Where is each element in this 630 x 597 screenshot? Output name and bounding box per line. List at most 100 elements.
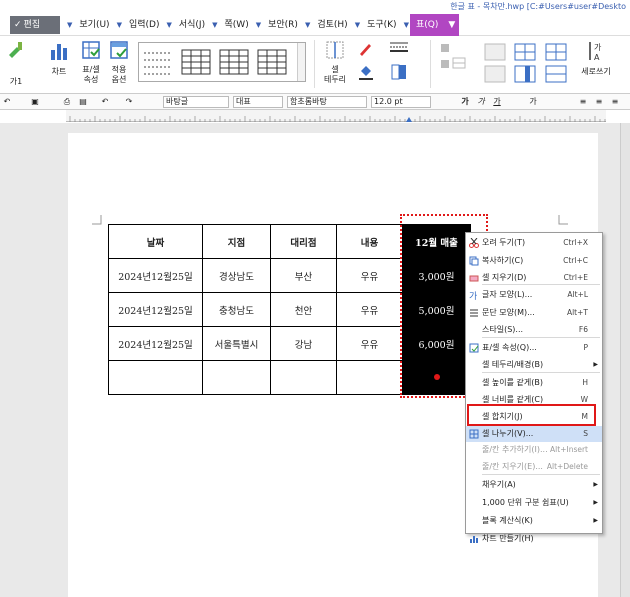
gallery-scroll[interactable] bbox=[297, 43, 305, 81]
menu-arrow-icon: ▼ bbox=[212, 21, 218, 29]
menu-arrow-icon: ▼ bbox=[403, 21, 409, 29]
menu-arrow-icon: ▼ bbox=[354, 21, 361, 29]
menu-page[interactable]: 쪽(W) bbox=[219, 14, 255, 36]
table-cell[interactable]: 2024년12월25일 bbox=[108, 258, 203, 293]
undo-arrow-icon[interactable]: ↶ bbox=[100, 96, 110, 107]
context-menu-item-char-shape[interactable]: 가 글자 모양(L)... Alt+L bbox=[466, 287, 602, 303]
context-menu-item-shortcut: H bbox=[582, 378, 588, 387]
bold-button[interactable]: 가 bbox=[460, 96, 470, 107]
context-menu-item-split-cells[interactable]: 셀 나누기(V)... S bbox=[466, 426, 602, 442]
undo-icon[interactable]: ↶ bbox=[2, 96, 12, 107]
menu-table-dropdown-icon[interactable]: ▼ bbox=[444, 14, 460, 36]
table-cell[interactable]: 2024년12월25일 bbox=[108, 292, 203, 327]
header-cell-branch[interactable]: 지점 bbox=[202, 224, 271, 259]
submenu-arrow-icon: ▶ bbox=[593, 361, 598, 368]
context-menu-item-label: 셀 높이를 같게(B) bbox=[482, 378, 543, 387]
context-menu-item-copy[interactable]: 복사하기(C) Ctrl+C bbox=[466, 253, 602, 269]
header-cell-date[interactable]: 날짜 bbox=[108, 224, 203, 259]
table-cell-empty[interactable] bbox=[270, 360, 337, 395]
style-kind-select[interactable]: 대표 bbox=[233, 96, 283, 108]
table-cell-empty[interactable] bbox=[202, 360, 271, 395]
table-cell[interactable]: 천안 bbox=[270, 292, 337, 327]
table-style-grid-2[interactable] bbox=[219, 47, 249, 77]
table-cell[interactable]: 경상남도 bbox=[202, 258, 271, 293]
context-menu-item-fill[interactable]: 채우기(A) ▶ bbox=[466, 477, 602, 493]
context-menu-item-create-chart[interactable]: 차트 만들기(H) bbox=[466, 531, 602, 547]
cell-align-group[interactable] bbox=[436, 40, 472, 91]
table-style-grid-3[interactable] bbox=[257, 47, 287, 77]
context-menu-item-cut[interactable]: 오려 두기(T) Ctrl+X bbox=[466, 235, 602, 251]
cell-border-button[interactable]: 셀 테두리 bbox=[318, 40, 352, 85]
context-menu-item-shortcut: F6 bbox=[578, 325, 588, 334]
context-menu-item-shortcut: S bbox=[583, 429, 588, 438]
table-props-icon bbox=[82, 41, 100, 59]
table-cell[interactable]: 우유 bbox=[336, 326, 403, 361]
table-cell-props-button[interactable]: 표/셀 속성 bbox=[78, 40, 104, 85]
crop-mark-icon bbox=[92, 215, 102, 225]
context-menu-item-paragraph-shape[interactable]: 문단 모양(M)... Alt+T bbox=[466, 305, 602, 321]
table-cell-empty[interactable] bbox=[336, 360, 403, 395]
table-style-dashed[interactable] bbox=[143, 47, 173, 77]
vertical-scrollbar[interactable] bbox=[620, 123, 630, 597]
split-merge-group[interactable] bbox=[480, 40, 510, 91]
context-menu-item-equal-height[interactable]: 셀 높이를 같게(B) H bbox=[466, 375, 602, 391]
copy-icon bbox=[469, 256, 479, 266]
strike-button[interactable]: 가 bbox=[528, 96, 538, 107]
underline-button[interactable]: 가 bbox=[492, 96, 502, 107]
context-menu-item-add-row-col[interactable]: 줄/칸 추가하기(I)... Alt+Insert bbox=[466, 442, 602, 458]
table-cell[interactable]: 우유 bbox=[336, 292, 403, 327]
window-title: 한글 표 - 목차만.hwp [C:#Users#user#Deskto bbox=[450, 2, 626, 11]
apply-options-label-2: 옵션 bbox=[111, 75, 127, 84]
svg-text:A: A bbox=[594, 53, 600, 62]
context-menu-item-style[interactable]: 스타일(S)... F6 bbox=[466, 322, 602, 338]
menu-security[interactable]: 보안(R) bbox=[262, 14, 304, 36]
table-grid-group[interactable] bbox=[540, 40, 572, 91]
table-cell[interactable]: 우유 bbox=[336, 258, 403, 293]
table-cell[interactable]: 강남 bbox=[270, 326, 337, 361]
align-right-icon[interactable]: ≡ bbox=[610, 96, 620, 107]
border-color-button[interactable] bbox=[354, 40, 378, 84]
style-select[interactable]: 바탕글 bbox=[163, 96, 229, 108]
italic-button[interactable]: 가 bbox=[476, 96, 486, 107]
menu-view[interactable]: 보기(U) bbox=[73, 14, 115, 36]
preview-icon[interactable]: ▤ bbox=[78, 96, 88, 107]
menu-tools[interactable]: 도구(K) bbox=[361, 14, 403, 36]
table-style-grid-1[interactable] bbox=[181, 47, 211, 77]
context-menu-item-clear-cell[interactable]: 셀 지우기(D) Ctrl+E bbox=[466, 270, 602, 286]
paste-format-button[interactable]: 가1 bbox=[4, 40, 28, 87]
align-center-icon[interactable]: ≡ bbox=[594, 96, 604, 107]
font-size-input[interactable]: 12.0 pt bbox=[371, 96, 431, 108]
edit-menu-button[interactable]: ✓ 편집 bbox=[10, 16, 60, 34]
align-left-icon[interactable]: ≡ bbox=[578, 96, 588, 107]
menu-review[interactable]: 검토(H) bbox=[311, 14, 353, 36]
redo-arrow-icon[interactable]: ↷ bbox=[124, 96, 134, 107]
header-cell-content[interactable]: 내용 bbox=[336, 224, 403, 259]
table-cell[interactable]: 부산 bbox=[270, 258, 337, 293]
apply-options-button[interactable]: 적용 옵션 bbox=[106, 40, 132, 85]
context-menu-item-thousand-separator[interactable]: 1,000 단위 구분 쉼표(U) ▶ bbox=[466, 495, 602, 511]
row-col-group[interactable] bbox=[510, 40, 540, 91]
split-cell-highlight-box bbox=[467, 404, 596, 426]
table-cell[interactable]: 2024년12월25일 bbox=[108, 326, 203, 361]
table-cell-empty[interactable] bbox=[108, 360, 203, 395]
table-style-gallery[interactable] bbox=[138, 42, 306, 82]
save-icon[interactable]: ▣ bbox=[30, 96, 40, 107]
ruler-ticks bbox=[69, 116, 606, 122]
horizontal-ruler[interactable] bbox=[66, 110, 606, 122]
context-menu-item-cell-border-bg[interactable]: 셀 테두리/배경(B) ▶ bbox=[466, 357, 602, 373]
header-cell-agency[interactable]: 대리점 bbox=[270, 224, 337, 259]
vertical-writing-button[interactable]: 가A 세로쓰기 bbox=[576, 40, 616, 77]
menu-format[interactable]: 서식(J) bbox=[173, 14, 211, 36]
print-icon[interactable]: ⎙ bbox=[62, 96, 72, 107]
context-menu-item-table-cell-props[interactable]: 표/셀 속성(Q)... P bbox=[466, 340, 602, 356]
chart-button[interactable]: 차트 bbox=[44, 40, 74, 77]
table-cell[interactable]: 서울특별시 bbox=[202, 326, 271, 361]
font-select[interactable]: 함초롬바탕 bbox=[287, 96, 367, 108]
line-style-button[interactable] bbox=[386, 40, 412, 84]
menu-insert[interactable]: 입력(D) bbox=[123, 14, 166, 36]
context-menu-item-block-formula[interactable]: 블록 계산식(K) ▶ bbox=[466, 513, 602, 529]
context-menu-item-delete-row-col[interactable]: 줄/칸 지우기(E)... Alt+Delete bbox=[466, 459, 602, 475]
menu-table[interactable]: 표(Q) bbox=[409, 14, 445, 36]
context-menu-item-label: 줄/칸 지우기(E)... bbox=[482, 462, 543, 471]
table-cell[interactable]: 충청남도 bbox=[202, 292, 271, 327]
